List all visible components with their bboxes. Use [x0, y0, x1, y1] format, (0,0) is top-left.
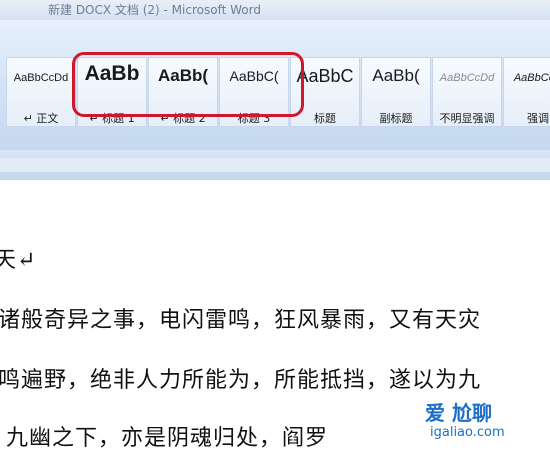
style-label: 强调 [527, 112, 549, 125]
style-label: ↵ 正文 [23, 112, 59, 125]
watermark-logo: 爱 尬聊 igaliao.com [395, 395, 550, 455]
style-sample: AaBb( [372, 66, 420, 85]
document-line: 诸般奇异之事，电闪雷鸣，狂风暴雨，又有天灾 [0, 308, 482, 333]
style-label: 副标题 [379, 112, 413, 125]
style-sample: AaBbCcDd [13, 72, 69, 84]
document-line: 九幽之下，亦是阴魂归处，阎罗 [6, 426, 329, 451]
watermark-text: 爱 尬聊 [425, 401, 492, 425]
window-title: 新建 DOCX 文档 (2) - Microsoft Word [48, 3, 261, 17]
style-tile-subtitle[interactable]: AaBb( 副标题 [361, 57, 431, 127]
ruler [0, 158, 550, 172]
title-bar: 新建 DOCX 文档 (2) - Microsoft Word [0, 0, 550, 20]
document-line: 天↵ [0, 248, 37, 273]
heading-styles-highlight [72, 52, 304, 117]
document-line: 鸣遍野，绝非人力所能为，所能抵挡，遂以为九 [0, 368, 482, 393]
style-tile-subtle-emphasis[interactable]: AaBbCcDd 不明显强调 [432, 57, 502, 127]
style-label: 不明显强调 [439, 112, 495, 125]
style-tile-emphasis[interactable]: AaBbCcD 强调 [503, 57, 550, 127]
style-sample: AaBbCcD [513, 72, 550, 84]
style-sample: AaBbCcDd [439, 72, 495, 84]
watermark-url: igaliao.com [430, 425, 505, 440]
style-tile-normal[interactable]: AaBbCcDd ↵ 正文 [6, 57, 76, 127]
